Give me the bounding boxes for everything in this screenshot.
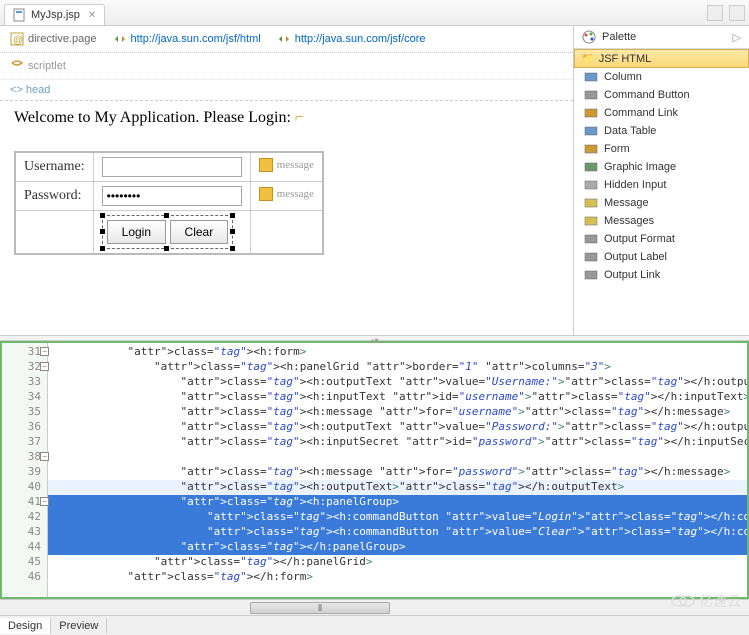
component-icon <box>584 233 598 245</box>
design-canvas[interactable]: Welcome to My Application. Please Login:… <box>0 101 573 335</box>
component-icon <box>584 269 598 281</box>
palette-item[interactable]: Message <box>574 194 749 212</box>
close-icon[interactable]: ✕ <box>88 10 96 21</box>
button-panel-group[interactable]: Login Clear <box>102 215 234 249</box>
horizontal-scrollbar[interactable]: ⫴ <box>0 599 749 615</box>
file-tab-label: MyJsp.jsp <box>31 9 80 21</box>
file-tab[interactable]: MyJsp.jsp ✕ <box>4 4 105 25</box>
palette-item[interactable]: Hidden Input <box>574 176 749 194</box>
component-icon <box>584 143 598 155</box>
breadcrumb-taglib-core[interactable]: http://java.sun.com/jsf/core <box>277 32 426 46</box>
clear-button[interactable]: Clear <box>170 220 229 244</box>
welcome-text: Welcome to My Application. Please Login:… <box>14 109 559 127</box>
tab-design[interactable]: Design <box>0 618 51 634</box>
component-icon <box>584 125 598 137</box>
svg-text:@: @ <box>13 35 23 46</box>
taglib-icon <box>277 32 291 46</box>
palette-item[interactable]: Column <box>574 68 749 86</box>
scriptlet-icon <box>10 59 24 73</box>
scriptlet-bar[interactable]: scriptlet <box>0 53 573 79</box>
palette-item[interactable]: Command Link <box>574 104 749 122</box>
username-input[interactable] <box>102 157 242 177</box>
directive-icon: @ <box>10 32 24 46</box>
watermark: 亿速云 <box>671 591 741 611</box>
palette-icon <box>582 30 596 44</box>
breadcrumb-directive[interactable]: @ directive.page <box>10 32 97 46</box>
taglib-icon <box>113 32 127 46</box>
maximize-button[interactable] <box>729 5 745 21</box>
username-message: message <box>259 158 314 172</box>
palette-item[interactable]: Graphic Image <box>574 158 749 176</box>
pin-icon[interactable]: ▷ <box>733 31 741 44</box>
design-editor-pane: @ directive.page http://java.sun.com/jsf… <box>0 26 574 335</box>
component-icon <box>584 89 598 101</box>
login-button[interactable]: Login <box>107 220 166 244</box>
source-code-editor[interactable]: "attr">class="tag"><h:form> "attr">class… <box>48 343 747 597</box>
component-icon <box>584 197 598 209</box>
jsp-file-icon <box>13 8 27 22</box>
breadcrumb-taglib-html[interactable]: http://java.sun.com/jsf/html <box>113 32 261 46</box>
scrollbar-thumb[interactable]: ⫴ <box>250 602 390 614</box>
folder-icon: 📁 <box>581 52 595 65</box>
minimize-button[interactable] <box>707 5 723 21</box>
head-tag-bar[interactable]: <> head <box>0 79 573 101</box>
palette-title: Palette <box>602 31 636 43</box>
password-input[interactable] <box>102 186 242 206</box>
source-code-pane: 31−32−333435363738−394041−4243444546 "at… <box>0 341 749 599</box>
password-message: message <box>259 187 314 201</box>
palette-item[interactable]: Output Link <box>574 266 749 284</box>
component-icon <box>584 179 598 191</box>
palette-pane: Palette ▷ 📁 JSF HTML ColumnCommand Butto… <box>574 26 749 335</box>
breadcrumb-bar: @ directive.page http://java.sun.com/jsf… <box>0 26 573 53</box>
component-icon <box>584 215 598 227</box>
username-label: Username: <box>15 152 93 182</box>
login-form-grid: Username: message Password: message <box>14 151 324 255</box>
palette-item[interactable]: Output Label <box>574 248 749 266</box>
component-icon <box>584 107 598 119</box>
palette-item[interactable]: Output Format <box>574 230 749 248</box>
component-icon <box>584 251 598 263</box>
palette-item-list: ColumnCommand ButtonCommand LinkData Tab… <box>574 68 749 335</box>
component-icon <box>584 161 598 173</box>
message-icon <box>259 187 273 201</box>
tab-preview[interactable]: Preview <box>51 618 107 634</box>
editor-mode-tabs: Design Preview <box>0 615 749 635</box>
message-icon <box>259 158 273 172</box>
password-label: Password: <box>15 182 93 211</box>
palette-item[interactable]: Command Button <box>574 86 749 104</box>
palette-item[interactable]: Messages <box>574 212 749 230</box>
editor-tab-bar: MyJsp.jsp ✕ <box>0 0 749 26</box>
palette-section-jsf-html[interactable]: 📁 JSF HTML <box>574 49 749 68</box>
palette-item[interactable]: Form <box>574 140 749 158</box>
palette-item[interactable]: Data Table <box>574 122 749 140</box>
line-number-gutter: 31−32−333435363738−394041−4243444546 <box>2 343 48 597</box>
component-icon <box>584 71 598 83</box>
palette-header: Palette ▷ <box>574 26 749 49</box>
